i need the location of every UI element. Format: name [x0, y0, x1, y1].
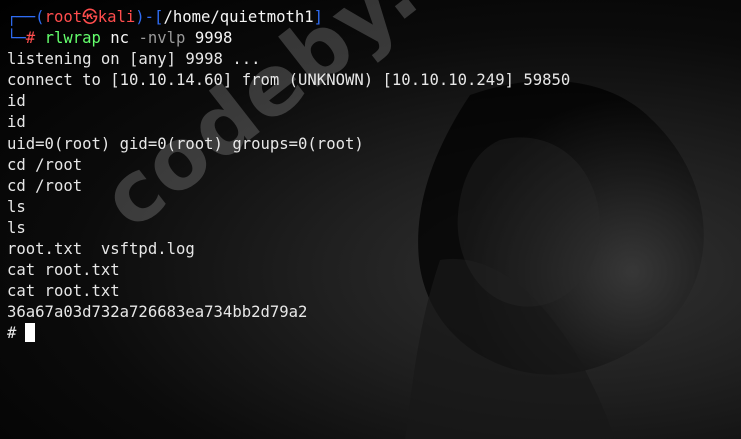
command-flags: -nvlp [138, 29, 186, 48]
prompt-path-suffix: ] [313, 8, 324, 26]
prompt-symbol: # [25, 29, 36, 48]
output-line: cd /root [7, 176, 83, 195]
output-line: connect to [10.10.14.60] from (UNKNOWN) … [7, 71, 571, 90]
terminal-window[interactable]: codeby.net ┌──(root㉿kali)-[/home/quietmo… [0, 0, 741, 439]
output-line: id [7, 113, 26, 132]
output-line: ls [7, 197, 26, 216]
prompt-header-line: ┌──(root㉿kali)-[/home/quietmoth1] [7, 7, 741, 28]
prompt-corner-top: ┌──( [7, 8, 45, 26]
terminal-cursor[interactable] [25, 323, 36, 343]
output-line: ls [7, 218, 26, 237]
command-nc: nc [110, 29, 130, 48]
terminal-output: ┌──(root㉿kali)-[/home/quietmoth1] └─# rl… [7, 7, 741, 345]
prompt-command-line: └─# rlwrap nc -nvlp 9998 [7, 28, 741, 49]
output-line: listening on [any] 9998 ... [7, 50, 261, 69]
flag-hash-line: 36a67a03d732a726683ea734bb2d79a2 [7, 303, 308, 322]
root-shell-prompt: # [7, 324, 17, 343]
output-line: cat root.txt [7, 282, 120, 301]
prompt-corner-bottom: └─ [7, 29, 26, 48]
output-line: cat root.txt [7, 261, 120, 280]
output-line: id [7, 92, 26, 111]
prompt-user-host: root㉿kali [44, 8, 136, 26]
command-port: 9998 [194, 29, 233, 48]
shell-input-line[interactable]: # [7, 323, 741, 344]
output-line: uid=0(root) gid=0(root) groups=0(root) [7, 134, 364, 153]
prompt-path: /home/quietmoth1 [163, 8, 314, 26]
prompt-path-prefix: )-[ [135, 8, 164, 26]
output-line: cd /root [7, 155, 83, 174]
command-rlwrap: rlwrap [44, 29, 101, 48]
output-line: root.txt vsftpd.log [7, 240, 195, 259]
